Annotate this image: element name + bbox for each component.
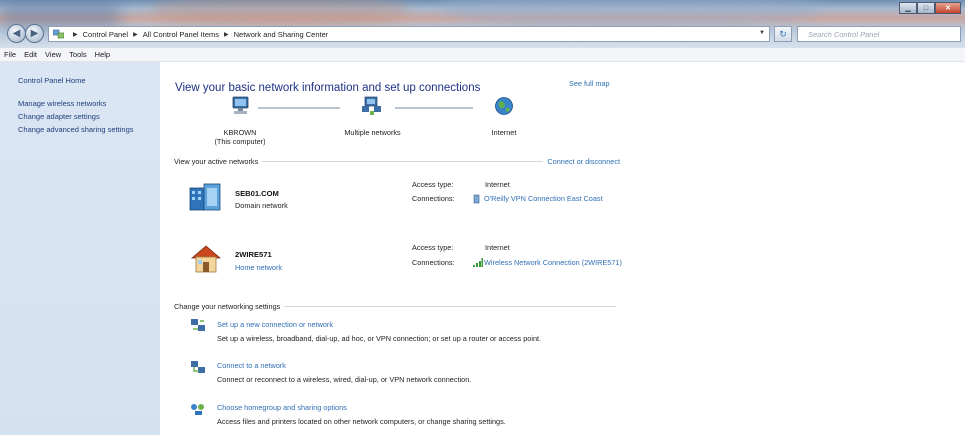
- menu-bar: File Edit View Tools Help: [0, 48, 965, 62]
- sidebar-item-advanced-sharing[interactable]: Change advanced sharing settings: [18, 125, 136, 135]
- refresh-icon: ↻: [779, 28, 787, 39]
- map-node-internet[interactable]: Internet: [474, 128, 534, 137]
- minimize-button[interactable]: ▁: [899, 2, 917, 14]
- see-full-map-link[interactable]: See full map: [569, 79, 610, 88]
- search-input[interactable]: Search Control Panel: [797, 26, 961, 42]
- address-bar[interactable]: ▶ Control Panel ▶ All Control Panel Item…: [48, 26, 770, 42]
- internet-globe-icon: [495, 97, 513, 115]
- connect-to-network-link[interactable]: Connect to a network: [217, 361, 286, 370]
- wireless-connection-text[interactable]: Wireless Network Connection (2WIRE571): [484, 258, 622, 267]
- setup-connection-link[interactable]: Set up a new connection or network: [217, 320, 333, 329]
- active-networks-heading: View your active networks: [174, 157, 259, 166]
- menu-tools[interactable]: Tools: [69, 50, 87, 59]
- chevron-down-icon[interactable]: ▼: [759, 30, 765, 36]
- sidebar-item-home[interactable]: Control Panel Home: [18, 76, 160, 86]
- breadcrumb-network-sharing[interactable]: Network and Sharing Center: [234, 30, 329, 39]
- network-name: 2WIRE571: [235, 250, 272, 259]
- menu-edit[interactable]: Edit: [24, 50, 37, 59]
- breadcrumb-all-items[interactable]: All Control Panel Items: [143, 30, 219, 39]
- homegroup-sharing-link[interactable]: Choose homegroup and sharing options: [217, 403, 347, 412]
- breadcrumb-control-panel[interactable]: Control Panel: [83, 30, 128, 39]
- sidebar-item-manage-wireless[interactable]: Manage wireless networks: [18, 99, 160, 109]
- control-panel-icon: [53, 29, 64, 39]
- map-node-computer[interactable]: KBROWN (This computer): [205, 128, 275, 146]
- chevron-right-icon: ▶: [224, 31, 229, 38]
- networking-settings-header: Change your networking settings: [174, 302, 620, 311]
- multiple-networks-label: Multiple networks: [344, 128, 401, 137]
- vpn-connection-text[interactable]: O'Reilly VPN Connection East Coast: [484, 194, 603, 203]
- access-type-value: Internet: [485, 243, 510, 252]
- network-name: SEB01.COM: [235, 189, 279, 198]
- computer-name: KBROWN: [223, 128, 257, 137]
- connections-label: Connections:: [412, 258, 455, 267]
- chevron-right-icon: ▶: [133, 31, 138, 38]
- active-networks-header: View your active networks Connect or dis…: [174, 157, 620, 166]
- networking-settings-heading: Change your networking settings: [174, 302, 281, 311]
- back-button[interactable]: ◀: [7, 24, 26, 43]
- window-controls: ▁ □ ✕: [899, 2, 961, 14]
- access-type-value: Internet: [485, 180, 510, 189]
- access-type-label: Access type:: [412, 180, 454, 189]
- maximize-button[interactable]: □: [917, 2, 935, 14]
- window-title-bar: ▁ □ ✕ ◀ ▶ ▶ Control Panel ▶ All Control …: [0, 0, 965, 48]
- map-connector: [258, 107, 340, 109]
- wireless-connection-link[interactable]: Wireless Network Connection (2WIRE571): [484, 258, 624, 268]
- connect-disconnect-link[interactable]: Connect or disconnect: [547, 157, 620, 166]
- close-button[interactable]: ✕: [935, 2, 961, 14]
- menu-file[interactable]: File: [4, 50, 16, 59]
- menu-view[interactable]: View: [45, 50, 61, 59]
- wireless-signal-icon: [473, 258, 483, 267]
- sidebar-item-adapter-settings[interactable]: Change adapter settings: [18, 112, 160, 122]
- setup-connection-description: Set up a wireless, broadband, dial-up, a…: [217, 334, 542, 343]
- forward-button[interactable]: ▶: [25, 24, 44, 43]
- sidebar: Control Panel Home Manage wireless netwo…: [0, 62, 160, 435]
- computer-subtitle: (This computer): [214, 137, 266, 146]
- computer-icon: [232, 96, 249, 114]
- network-type-link[interactable]: Home network: [235, 263, 282, 272]
- domain-network-icon[interactable]: [189, 182, 223, 212]
- divider: [284, 306, 616, 307]
- home-network-icon[interactable]: [190, 244, 222, 274]
- homegroup-sharing-description: Access files and printers located on oth…: [217, 417, 506, 426]
- homegroup-icon: [191, 404, 204, 415]
- vpn-connection-link[interactable]: O'Reilly VPN Connection East Coast: [484, 194, 624, 204]
- forward-arrow-icon: ▶: [30, 28, 39, 39]
- vpn-connection-icon: [473, 194, 480, 204]
- chevron-right-icon: ▶: [73, 31, 78, 38]
- network-type: Domain network: [235, 201, 288, 210]
- refresh-button[interactable]: ↻: [774, 26, 792, 42]
- connect-to-network-description: Connect or reconnect to a wireless, wire…: [217, 375, 472, 384]
- back-arrow-icon: ◀: [12, 28, 21, 39]
- connect-network-icon: [191, 361, 205, 373]
- internet-label: Internet: [491, 128, 517, 137]
- map-node-multiple-networks[interactable]: Multiple networks: [325, 128, 420, 137]
- divider: [262, 161, 544, 162]
- menu-help[interactable]: Help: [95, 50, 110, 59]
- multiple-networks-icon: [362, 96, 381, 115]
- page-title: View your basic network information and …: [175, 82, 481, 94]
- map-connector: [395, 107, 473, 109]
- connections-label: Connections:: [412, 194, 455, 203]
- main-content: View your basic network information and …: [160, 62, 965, 435]
- access-type-label: Access type:: [412, 243, 454, 252]
- new-connection-icon: [191, 319, 205, 331]
